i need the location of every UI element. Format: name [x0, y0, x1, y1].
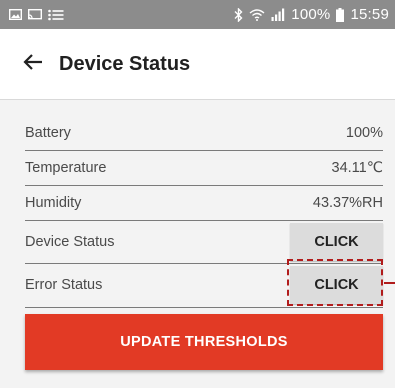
- temperature-value: 34.11℃: [331, 159, 384, 176]
- device-status-label: Device Status: [25, 233, 115, 250]
- arrow-left-icon: [23, 52, 43, 77]
- cast-icon: [28, 8, 42, 21]
- status-bar: 100% 15:59: [0, 0, 395, 29]
- humidity-row: Humidity 43.37%RH: [25, 185, 383, 221]
- device-status-row: Device Status CLICK: [25, 220, 383, 264]
- back-button[interactable]: [18, 49, 48, 79]
- wifi-icon: [249, 8, 265, 21]
- update-thresholds-button[interactable]: UPDATE THRESHOLDS: [25, 314, 383, 370]
- highlight-pointer-line: [384, 282, 395, 284]
- battery-row: Battery 100%: [25, 115, 383, 151]
- page-title: Device Status: [59, 52, 191, 75]
- battery-percent: 100%: [291, 6, 331, 23]
- status-bar-left: [9, 8, 64, 21]
- battery-icon: [336, 7, 345, 22]
- humidity-value: 43.37%RH: [312, 194, 383, 211]
- device-status-click-button[interactable]: CLICK: [290, 222, 383, 261]
- clock: 15:59: [350, 6, 389, 23]
- error-status-label: Error Status: [25, 277, 103, 293]
- error-status-highlight-box: [287, 259, 383, 306]
- app-bar: Device Status: [0, 29, 395, 100]
- temperature-row: Temperature 34.11℃: [25, 150, 383, 186]
- signal-icon: [271, 8, 285, 21]
- list-icon: [48, 9, 64, 21]
- battery-value: 100%: [345, 124, 383, 141]
- battery-label: Battery: [25, 124, 71, 141]
- bluetooth-icon: [234, 7, 243, 22]
- status-bar-right: 100% 15:59: [234, 6, 389, 23]
- temperature-label: Temperature: [25, 159, 107, 176]
- humidity-label: Humidity: [25, 194, 82, 211]
- image-icon: [9, 9, 22, 20]
